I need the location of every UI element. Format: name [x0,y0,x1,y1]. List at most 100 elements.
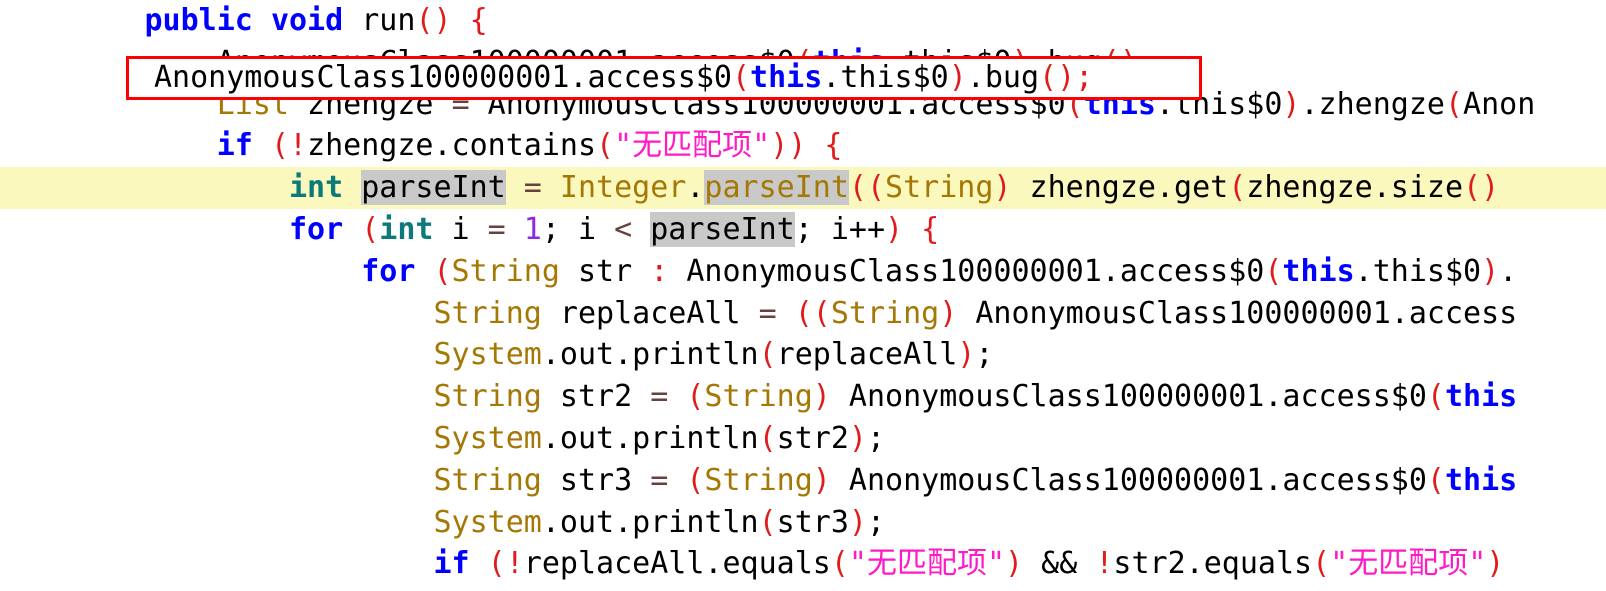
code-line[interactable]: String str3 = (String) AnonymousClass100… [0,460,1606,502]
code-token: = [758,295,777,331]
code-token: .bug [966,60,1040,95]
code-token: ( [731,60,751,95]
code-token: ( [758,420,777,456]
code-token: String [433,295,542,331]
occurrence-token: parseInt [650,211,795,247]
code-token: System [433,337,542,373]
occurrence-token: parseInt [704,170,849,206]
code-token: (( [848,170,886,206]
code-token: ; [866,504,886,540]
code-token: String [433,379,542,415]
code-token: str2 [776,420,849,456]
code-token: && [1023,546,1096,582]
code-token: System [433,504,542,540]
code-token: (! [487,546,524,582]
code-token: ) [812,379,831,415]
code-token: replaceAll.equals [523,546,831,582]
code-token: .this$0 [1354,253,1482,289]
code-line[interactable]: for (String str : AnonymousClass10000000… [0,251,1606,293]
code-token: this [750,60,823,95]
code-editor-view[interactable]: public void run() { AnonymousClass100000… [0,0,1606,591]
code-token: ( [1444,86,1464,122]
code-line[interactable]: if (!replaceAll.equals("无匹配项") && !str2.… [0,543,1606,585]
code-token: ; [794,211,813,247]
code-token: ( [1426,462,1445,498]
code-token: "无匹配项" [1330,546,1487,582]
code-line[interactable]: for (int i = 1; i < parseInt; i++) { [0,209,1606,251]
code-token: ( [1312,546,1331,582]
code-line[interactable]: String replaceAll = ((String) AnonymousC… [0,293,1606,335]
code-token: = [650,462,669,498]
code-token: { [824,128,843,164]
code-token: < [614,211,633,247]
code-token: str2.equals [1113,546,1313,582]
code-token: this [1282,253,1355,289]
code-token: str [559,253,651,289]
code-token: zhengze.contains [307,128,597,164]
code-token: ; [1075,60,1094,95]
code-token: replaceAll [541,295,759,331]
code-token: ! [1095,546,1114,582]
code-line[interactable]: System.out.println(replaceAll); [0,334,1606,376]
code-line[interactable]: System.out.println(str3); [0,502,1606,544]
code-token: () [1039,60,1076,95]
code-token: "无匹配项" [848,546,1006,582]
code-line[interactable]: if (!zhengze.contains("无匹配项")) { [0,125,1606,167]
code-token: ; [866,420,886,456]
code-token: ( [686,379,705,415]
code-token: String [433,462,542,498]
code-token: ) [957,337,976,373]
code-token: .zhengze [1300,86,1445,122]
code-token: ; [975,337,994,373]
code-token: ( [433,253,452,289]
code-token: ) [939,295,958,331]
code-token: (( [794,295,831,331]
code-line[interactable]: String str2 = (String) AnonymousClass100… [0,376,1606,418]
search-match-box-text: AnonymousClass100000001.access$0(this.th… [126,56,1202,100]
code-token: int [379,211,434,247]
code-line[interactable]: System.out.println(str2); [0,418,1606,460]
code-token: .this$0 [822,60,949,95]
code-line[interactable]: int parseInt = Integer.parseInt((String)… [0,167,1606,209]
code-token: zhengze.get [1011,170,1229,206]
code-token: . [686,170,705,206]
code-token: "无匹配项" [614,128,771,164]
code-token: ( [686,462,705,498]
code-token: { [921,211,940,247]
code-token: ) [948,60,967,95]
code-line[interactable]: public void run() { [0,0,1606,42]
code-token: ( [1426,379,1445,415]
code-token: ) [993,170,1012,206]
code-token: Integer [559,170,687,206]
code-token: run [343,3,416,38]
code-token: zhengze.size [1246,170,1464,206]
code-token: String [704,379,813,415]
code-token: 1 [523,211,542,247]
code-token: () [1463,170,1500,206]
code-token: () [415,3,452,38]
code-token: AnonymousClass100000001.access [957,295,1518,331]
code-token: AnonymousClass100000001.access$0 [830,462,1427,498]
code-token: AnonymousClass100000001.access$0 [830,379,1427,415]
code-token: AnonymousClass100000001.access$0 [668,253,1265,289]
code-token: (! [270,128,308,164]
code-token: ( [1264,253,1283,289]
code-token: void [270,3,344,38]
code-token: ) [1282,86,1301,122]
